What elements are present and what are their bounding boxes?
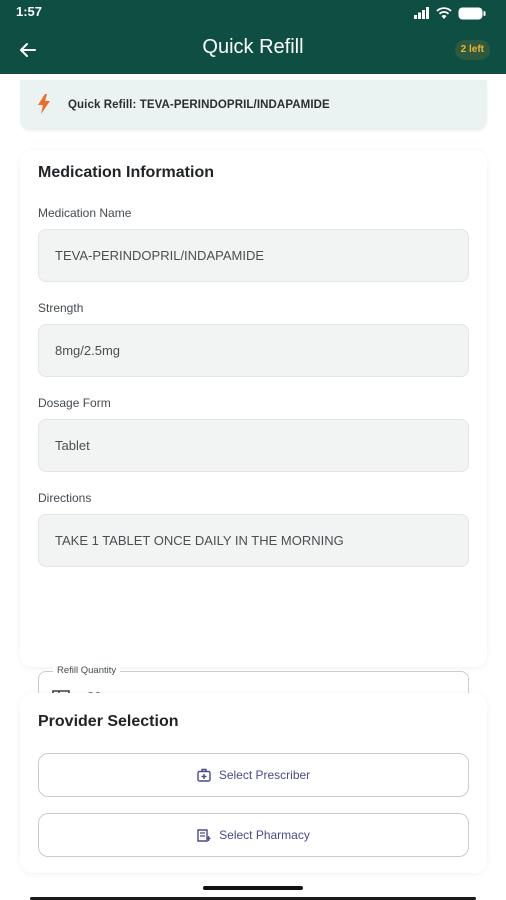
provider-section-title: Provider Selection bbox=[38, 713, 179, 730]
select-prescriber-button[interactable]: Select Prescriber bbox=[38, 753, 469, 797]
app-bar: Quick Refill 2 left bbox=[0, 26, 506, 74]
refill-quantity-label: Refill Quantity bbox=[53, 665, 121, 676]
wifi-icon bbox=[436, 7, 452, 19]
medication-name-value: TEVA-PERINDOPRIL/INDAPAMIDE bbox=[55, 248, 264, 263]
battery-icon bbox=[458, 7, 486, 19]
directions-value: TAKE 1 TABLET ONCE DAILY IN THE MORNING bbox=[55, 533, 344, 548]
directions-label: Directions bbox=[38, 491, 92, 505]
medication-name-label: Medication Name bbox=[38, 206, 132, 220]
quick-refill-banner: Quick Refill: TEVA-PERINDOPRIL/INDAPAMID… bbox=[20, 80, 487, 130]
status-time: 1:57 bbox=[16, 4, 43, 19]
select-pharmacy-button[interactable]: Select Pharmacy bbox=[38, 813, 469, 857]
strength-value: 8mg/2.5mg bbox=[55, 343, 121, 358]
medication-name-field: TEVA-PERINDOPRIL/INDAPAMIDE bbox=[38, 229, 469, 282]
strength-label: Strength bbox=[38, 301, 84, 315]
signal-icon bbox=[414, 7, 429, 19]
dosage-form-field: Tablet bbox=[38, 419, 469, 472]
pharmacy-store-icon bbox=[197, 829, 211, 842]
dosage-form-value: Tablet bbox=[55, 438, 90, 453]
medication-section-title: Medication Information bbox=[38, 164, 214, 181]
provider-selection-card: Provider Selection Select Prescriber Sel… bbox=[20, 693, 487, 873]
medication-info-card: Medication Information Medication Name T… bbox=[20, 150, 487, 723]
page-title: Quick Refill bbox=[202, 36, 304, 58]
select-pharmacy-label: Select Pharmacy bbox=[219, 828, 310, 842]
directions-field: TAKE 1 TABLET ONCE DAILY IN THE MORNING bbox=[38, 514, 469, 567]
select-prescriber-label: Select Prescriber bbox=[218, 768, 311, 782]
content: Quick Refill: TEVA-PERINDOPRIL/INDAPAMID… bbox=[0, 74, 506, 900]
status-bar: 1:57 bbox=[0, 0, 506, 26]
dosage-form-label: Dosage Form bbox=[38, 396, 111, 410]
banner-text: Quick Refill: TEVA-PERINDOPRIL/INDAPAMID… bbox=[68, 99, 330, 111]
medical-bag-icon bbox=[197, 768, 211, 782]
bolt-icon bbox=[38, 94, 50, 114]
strength-field: 8mg/2.5mg bbox=[38, 324, 469, 377]
refills-left-badge: 2 left bbox=[454, 40, 490, 60]
home-indicator bbox=[203, 886, 303, 890]
status-icons bbox=[414, 6, 486, 20]
